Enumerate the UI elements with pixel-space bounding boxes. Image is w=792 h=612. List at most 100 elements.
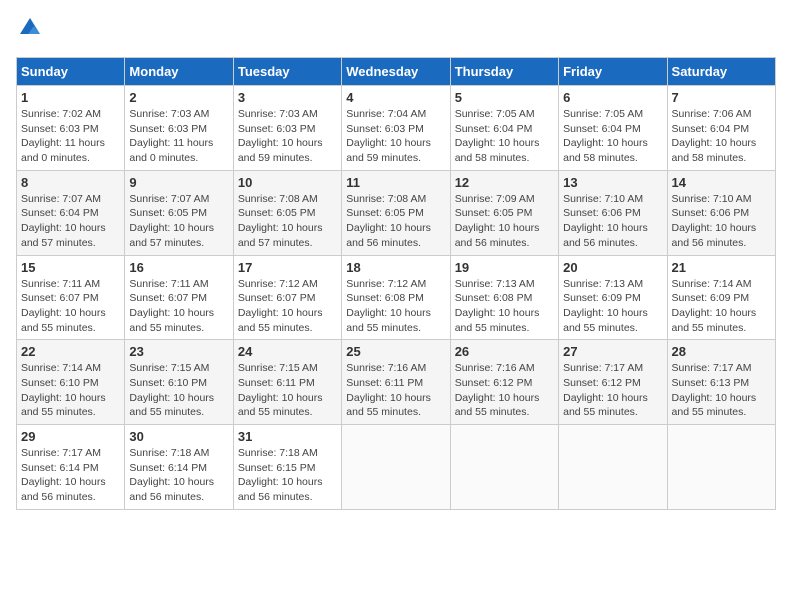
calendar-cell: 13 Sunrise: 7:10 AM Sunset: 6:06 PM Dayl…: [559, 170, 667, 255]
calendar-cell: [450, 425, 558, 510]
calendar-cell: 25 Sunrise: 7:16 AM Sunset: 6:11 PM Dayl…: [342, 340, 450, 425]
day-number: 5: [455, 90, 554, 105]
calendar-cell: 31 Sunrise: 7:18 AM Sunset: 6:15 PM Dayl…: [233, 425, 341, 510]
logo: [16, 16, 42, 45]
day-number: 24: [238, 344, 337, 359]
day-number: 17: [238, 260, 337, 275]
calendar-cell: 16 Sunrise: 7:11 AM Sunset: 6:07 PM Dayl…: [125, 255, 233, 340]
day-info: Sunrise: 7:15 AM Sunset: 6:10 PM Dayligh…: [129, 361, 228, 420]
day-info: Sunrise: 7:17 AM Sunset: 6:13 PM Dayligh…: [672, 361, 771, 420]
day-number: 16: [129, 260, 228, 275]
calendar-cell: 5 Sunrise: 7:05 AM Sunset: 6:04 PM Dayli…: [450, 86, 558, 171]
day-number: 1: [21, 90, 120, 105]
day-info: Sunrise: 7:05 AM Sunset: 6:04 PM Dayligh…: [455, 107, 554, 166]
day-number: 25: [346, 344, 445, 359]
day-info: Sunrise: 7:15 AM Sunset: 6:11 PM Dayligh…: [238, 361, 337, 420]
calendar-week-2: 8 Sunrise: 7:07 AM Sunset: 6:04 PM Dayli…: [17, 170, 776, 255]
weekday-header-thursday: Thursday: [450, 58, 558, 86]
day-info: Sunrise: 7:17 AM Sunset: 6:12 PM Dayligh…: [563, 361, 662, 420]
day-info: Sunrise: 7:12 AM Sunset: 6:07 PM Dayligh…: [238, 277, 337, 336]
calendar-cell: 10 Sunrise: 7:08 AM Sunset: 6:05 PM Dayl…: [233, 170, 341, 255]
weekday-header-wednesday: Wednesday: [342, 58, 450, 86]
day-info: Sunrise: 7:02 AM Sunset: 6:03 PM Dayligh…: [21, 107, 120, 166]
calendar-cell: 12 Sunrise: 7:09 AM Sunset: 6:05 PM Dayl…: [450, 170, 558, 255]
calendar-cell: 28 Sunrise: 7:17 AM Sunset: 6:13 PM Dayl…: [667, 340, 775, 425]
page-header: [16, 16, 776, 45]
calendar-cell: [342, 425, 450, 510]
day-info: Sunrise: 7:04 AM Sunset: 6:03 PM Dayligh…: [346, 107, 445, 166]
calendar-cell: 8 Sunrise: 7:07 AM Sunset: 6:04 PM Dayli…: [17, 170, 125, 255]
calendar-cell: 1 Sunrise: 7:02 AM Sunset: 6:03 PM Dayli…: [17, 86, 125, 171]
calendar-body: 1 Sunrise: 7:02 AM Sunset: 6:03 PM Dayli…: [17, 86, 776, 510]
day-number: 29: [21, 429, 120, 444]
logo-icon: [18, 16, 42, 40]
day-number: 4: [346, 90, 445, 105]
day-number: 27: [563, 344, 662, 359]
day-number: 9: [129, 175, 228, 190]
calendar-cell: 9 Sunrise: 7:07 AM Sunset: 6:05 PM Dayli…: [125, 170, 233, 255]
day-info: Sunrise: 7:08 AM Sunset: 6:05 PM Dayligh…: [346, 192, 445, 251]
day-info: Sunrise: 7:07 AM Sunset: 6:05 PM Dayligh…: [129, 192, 228, 251]
day-info: Sunrise: 7:05 AM Sunset: 6:04 PM Dayligh…: [563, 107, 662, 166]
day-number: 31: [238, 429, 337, 444]
calendar-cell: 6 Sunrise: 7:05 AM Sunset: 6:04 PM Dayli…: [559, 86, 667, 171]
day-info: Sunrise: 7:14 AM Sunset: 6:10 PM Dayligh…: [21, 361, 120, 420]
calendar-cell: 11 Sunrise: 7:08 AM Sunset: 6:05 PM Dayl…: [342, 170, 450, 255]
weekday-header-sunday: Sunday: [17, 58, 125, 86]
day-info: Sunrise: 7:10 AM Sunset: 6:06 PM Dayligh…: [672, 192, 771, 251]
calendar-table: SundayMondayTuesdayWednesdayThursdayFrid…: [16, 57, 776, 510]
day-info: Sunrise: 7:09 AM Sunset: 6:05 PM Dayligh…: [455, 192, 554, 251]
day-info: Sunrise: 7:11 AM Sunset: 6:07 PM Dayligh…: [21, 277, 120, 336]
day-number: 23: [129, 344, 228, 359]
calendar-cell: 19 Sunrise: 7:13 AM Sunset: 6:08 PM Dayl…: [450, 255, 558, 340]
day-number: 20: [563, 260, 662, 275]
calendar-week-4: 22 Sunrise: 7:14 AM Sunset: 6:10 PM Dayl…: [17, 340, 776, 425]
day-number: 12: [455, 175, 554, 190]
day-info: Sunrise: 7:16 AM Sunset: 6:11 PM Dayligh…: [346, 361, 445, 420]
calendar-cell: 20 Sunrise: 7:13 AM Sunset: 6:09 PM Dayl…: [559, 255, 667, 340]
day-info: Sunrise: 7:03 AM Sunset: 6:03 PM Dayligh…: [129, 107, 228, 166]
day-number: 15: [21, 260, 120, 275]
calendar-cell: 27 Sunrise: 7:17 AM Sunset: 6:12 PM Dayl…: [559, 340, 667, 425]
day-number: 3: [238, 90, 337, 105]
weekday-header-friday: Friday: [559, 58, 667, 86]
calendar-cell: 21 Sunrise: 7:14 AM Sunset: 6:09 PM Dayl…: [667, 255, 775, 340]
day-number: 30: [129, 429, 228, 444]
calendar-cell: 4 Sunrise: 7:04 AM Sunset: 6:03 PM Dayli…: [342, 86, 450, 171]
day-info: Sunrise: 7:08 AM Sunset: 6:05 PM Dayligh…: [238, 192, 337, 251]
calendar-cell: 14 Sunrise: 7:10 AM Sunset: 6:06 PM Dayl…: [667, 170, 775, 255]
day-info: Sunrise: 7:06 AM Sunset: 6:04 PM Dayligh…: [672, 107, 771, 166]
day-number: 14: [672, 175, 771, 190]
calendar-cell: 30 Sunrise: 7:18 AM Sunset: 6:14 PM Dayl…: [125, 425, 233, 510]
day-info: Sunrise: 7:17 AM Sunset: 6:14 PM Dayligh…: [21, 446, 120, 505]
day-info: Sunrise: 7:14 AM Sunset: 6:09 PM Dayligh…: [672, 277, 771, 336]
calendar-cell: 23 Sunrise: 7:15 AM Sunset: 6:10 PM Dayl…: [125, 340, 233, 425]
calendar-cell: [667, 425, 775, 510]
weekday-header-tuesday: Tuesday: [233, 58, 341, 86]
day-number: 11: [346, 175, 445, 190]
day-number: 10: [238, 175, 337, 190]
calendar-header-row: SundayMondayTuesdayWednesdayThursdayFrid…: [17, 58, 776, 86]
weekday-header-saturday: Saturday: [667, 58, 775, 86]
day-info: Sunrise: 7:16 AM Sunset: 6:12 PM Dayligh…: [455, 361, 554, 420]
day-number: 28: [672, 344, 771, 359]
day-info: Sunrise: 7:13 AM Sunset: 6:08 PM Dayligh…: [455, 277, 554, 336]
day-info: Sunrise: 7:18 AM Sunset: 6:14 PM Dayligh…: [129, 446, 228, 505]
weekday-header-monday: Monday: [125, 58, 233, 86]
day-info: Sunrise: 7:07 AM Sunset: 6:04 PM Dayligh…: [21, 192, 120, 251]
calendar-cell: 2 Sunrise: 7:03 AM Sunset: 6:03 PM Dayli…: [125, 86, 233, 171]
day-number: 7: [672, 90, 771, 105]
calendar-cell: 15 Sunrise: 7:11 AM Sunset: 6:07 PM Dayl…: [17, 255, 125, 340]
calendar-cell: 17 Sunrise: 7:12 AM Sunset: 6:07 PM Dayl…: [233, 255, 341, 340]
day-info: Sunrise: 7:18 AM Sunset: 6:15 PM Dayligh…: [238, 446, 337, 505]
day-number: 8: [21, 175, 120, 190]
calendar-cell: 7 Sunrise: 7:06 AM Sunset: 6:04 PM Dayli…: [667, 86, 775, 171]
day-number: 21: [672, 260, 771, 275]
day-number: 22: [21, 344, 120, 359]
day-info: Sunrise: 7:13 AM Sunset: 6:09 PM Dayligh…: [563, 277, 662, 336]
calendar-cell: 29 Sunrise: 7:17 AM Sunset: 6:14 PM Dayl…: [17, 425, 125, 510]
calendar-week-3: 15 Sunrise: 7:11 AM Sunset: 6:07 PM Dayl…: [17, 255, 776, 340]
day-number: 26: [455, 344, 554, 359]
calendar-cell: [559, 425, 667, 510]
calendar-cell: 26 Sunrise: 7:16 AM Sunset: 6:12 PM Dayl…: [450, 340, 558, 425]
